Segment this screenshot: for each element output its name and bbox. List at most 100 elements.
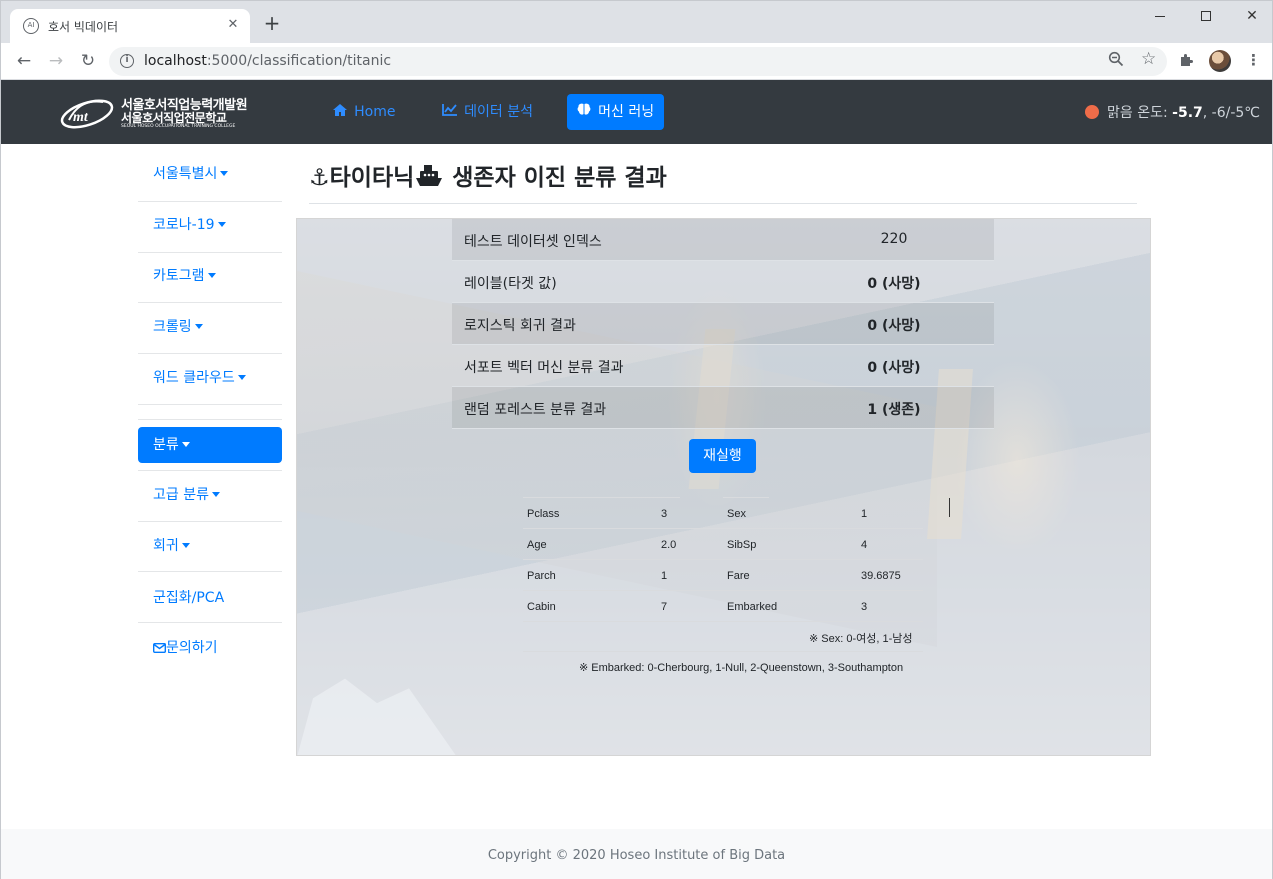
url-host: localhost	[144, 53, 207, 69]
sidebar-item-crawling[interactable]: 크롤링	[138, 308, 282, 346]
chart-icon	[442, 104, 461, 120]
site-info-icon[interactable]: i	[120, 54, 134, 68]
sidebar-item-label: 서울특별시	[153, 166, 218, 182]
feature-value: 7	[661, 601, 668, 613]
svg-text:mt: mt	[73, 110, 89, 125]
sidebar-item-regression[interactable]: 회귀	[138, 527, 282, 565]
feature-value: 3	[661, 508, 668, 520]
result-label: 로지스틱 회귀 결과	[464, 318, 576, 334]
url-text[interactable]: localhost:5000/classification/titanic	[144, 53, 391, 69]
nav-machine-learning-link[interactable]: 머신 러닝	[567, 94, 665, 130]
weather-current-temp: -5.7	[1172, 105, 1203, 121]
maximize-window-button[interactable]	[1183, 5, 1229, 27]
browser-tab[interactable]: AI 호서 빅데이터 ✕	[10, 9, 250, 44]
feature-divider	[523, 559, 923, 560]
feature-name: SibSp	[727, 539, 757, 551]
sidebar-item-clustering-pca[interactable]: 군집화/PCA	[138, 579, 282, 617]
sidebar-item-label: 분류	[153, 437, 179, 453]
bookmark-star-icon[interactable]: ☆	[1141, 49, 1156, 69]
caret-down-icon	[194, 324, 203, 329]
nav-data-analysis-link[interactable]: 데이터 분석	[432, 94, 543, 130]
brain-icon	[577, 103, 595, 120]
sidebar-item-classification[interactable]: 분류	[138, 427, 282, 463]
weather-widget: 맑음 온도: -5.7, -6/-5℃	[1085, 102, 1260, 122]
feature-divider	[523, 590, 923, 591]
anchor-icon: ⚓	[309, 165, 330, 191]
sidebar-divider	[138, 353, 282, 354]
result-label: 서포트 벡터 머신 분류 결과	[464, 360, 624, 376]
result-value: 0 (사망)	[867, 318, 921, 334]
close-tab-icon[interactable]: ✕	[224, 16, 242, 34]
sidebar-item-label: 문의하기	[166, 640, 218, 656]
weather-range: , -6/-5℃	[1202, 105, 1261, 121]
result-value: 220	[880, 231, 908, 247]
feature-divider	[523, 651, 923, 652]
sidebar-item-label: 고급 분류	[153, 487, 209, 503]
sidebar-divider	[138, 470, 282, 471]
feature-divider	[523, 621, 923, 622]
logo-subtitle: SEOUL HOSEO OCCUPATIONAL TRAINING COLLEG…	[121, 124, 236, 129]
feature-name: Cabin	[527, 601, 556, 613]
sidebar-item-contact[interactable]: 문의하기	[138, 629, 282, 667]
sidebar-divider	[138, 521, 282, 522]
feature-value: 39.6875	[861, 570, 901, 582]
embarked-encoding-note: ※ Embarked: 0-Cherbourg, 1-Null, 2-Queen…	[579, 662, 904, 674]
back-arrow-icon[interactable]: ←	[12, 50, 36, 72]
new-tab-icon[interactable]: +	[261, 13, 283, 35]
zoom-icon[interactable]	[1108, 51, 1124, 71]
result-row-logistic: 로지스틱 회귀 결과 0 (사망)	[452, 303, 994, 345]
nav-home-link[interactable]: Home	[323, 94, 405, 130]
sidebar-item-label: 코로나-19	[153, 217, 215, 233]
weather-label: 맑음 온도:	[1107, 105, 1168, 121]
result-row-test-index: 테스트 데이터셋 인덱스 220	[452, 219, 994, 261]
sidebar-item-seoul[interactable]: 서울특별시	[138, 155, 282, 193]
browser-menu-icon[interactable]: ⋮	[1246, 51, 1261, 69]
caret-down-icon	[220, 171, 229, 176]
result-label: 테스트 데이터셋 인덱스	[464, 234, 602, 250]
sidebar-item-advanced-classification[interactable]: 고급 분류	[138, 476, 282, 514]
text-cursor	[949, 498, 950, 517]
title-divider	[309, 203, 1137, 204]
home-icon	[333, 104, 351, 120]
sidebar-divider	[138, 622, 282, 623]
minimize-window-button[interactable]	[1137, 5, 1183, 27]
sidebar-item-label: 카토그램	[153, 268, 205, 284]
close-window-button[interactable]: ✕	[1229, 5, 1273, 27]
browser-toolbar: ← → ↻ i localhost:5000/classification/ti…	[0, 43, 1273, 80]
sidebar-divider	[138, 201, 282, 202]
feature-value: 2.0	[661, 539, 677, 551]
sidebar-item-corona[interactable]: 코로나-19	[138, 206, 282, 244]
result-label: 랜덤 포레스트 분류 결과	[464, 402, 607, 418]
sidebar-item-cartogram[interactable]: 카토그램	[138, 257, 282, 295]
feature-name: Sex	[727, 508, 746, 520]
caret-down-icon	[211, 492, 220, 497]
extensions-puzzle-icon[interactable]	[1179, 52, 1195, 72]
rerun-button[interactable]: 재실행	[689, 439, 756, 473]
result-value: 0 (사망)	[867, 360, 921, 376]
feature-name: Age	[527, 539, 547, 551]
caret-down-icon	[217, 222, 226, 227]
result-value: 1 (생존)	[867, 402, 921, 418]
envelope-icon	[152, 640, 167, 656]
feature-divider	[523, 497, 680, 498]
caret-down-icon	[181, 543, 190, 548]
site-logo[interactable]: mt 서울호서직업능력개발원 서울호서직업전문학교 SEOUL HOSEO OC…	[59, 92, 248, 132]
feature-name: Pclass	[527, 508, 560, 520]
reload-icon[interactable]: ↻	[76, 50, 100, 72]
feature-name: Parch	[527, 570, 556, 582]
sidebar-divider	[138, 571, 282, 572]
caret-down-icon	[237, 375, 246, 380]
sidebar-divider	[138, 419, 282, 420]
profile-avatar[interactable]	[1209, 50, 1231, 72]
ship-icon	[414, 165, 444, 191]
address-bar[interactable]: i localhost:5000/classification/titanic …	[109, 47, 1167, 76]
sidebar-item-label: 워드 클라우드	[153, 370, 235, 386]
logo-mark-icon: mt	[60, 99, 114, 129]
copyright-text: Copyright © 2020 Hoseo Institute of Big …	[487, 848, 786, 863]
sidebar-divider	[138, 302, 282, 303]
site-navbar: mt 서울호서직업능력개발원 서울호서직업전문학교 SEOUL HOSEO OC…	[1, 80, 1272, 144]
feature-divider	[523, 528, 923, 529]
sidebar-divider	[138, 252, 282, 253]
sidebar-item-wordcloud[interactable]: 워드 클라우드	[138, 359, 282, 397]
forward-arrow-icon[interactable]: →	[44, 50, 68, 72]
